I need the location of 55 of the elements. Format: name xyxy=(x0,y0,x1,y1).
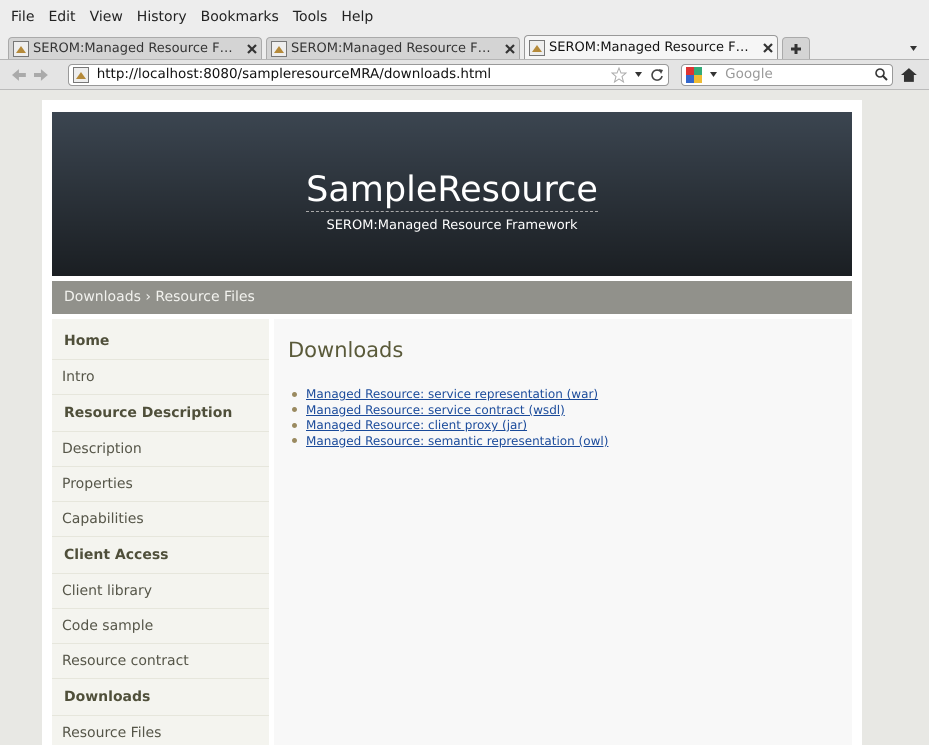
menu-item[interactable]: File xyxy=(4,6,42,28)
sidebar-heading: Home xyxy=(52,323,269,360)
menu-item[interactable]: Tools xyxy=(286,6,334,28)
sidebar-link[interactable]: Resource contract xyxy=(52,644,269,679)
bullet-icon xyxy=(292,392,297,397)
star-icon[interactable] xyxy=(611,66,628,82)
sidebar-link[interactable]: Capabilities xyxy=(52,502,269,537)
browser-tab[interactable]: SEROM:Managed Resource F… xyxy=(266,37,520,59)
menu-item[interactable]: Bookmarks xyxy=(194,6,286,28)
dropdown-icon[interactable] xyxy=(910,46,917,51)
close-icon[interactable] xyxy=(763,42,773,52)
sidebar-link[interactable]: Properties xyxy=(52,467,269,502)
bullet-icon xyxy=(292,422,297,428)
browser-tab[interactable]: SEROM:Managed Resource F… xyxy=(8,37,262,59)
menu-item[interactable]: Help xyxy=(334,6,380,28)
page-icon xyxy=(529,40,545,56)
download-link[interactable]: Managed Resource: semantic representation (owl) xyxy=(306,432,608,450)
sidebar-link[interactable]: Description xyxy=(52,432,269,467)
plus-icon xyxy=(791,44,801,54)
search-engine-icon[interactable] xyxy=(686,66,702,82)
dropdown-icon[interactable] xyxy=(635,72,642,77)
page-icon xyxy=(72,66,89,82)
page-icon xyxy=(271,40,287,56)
download-link[interactable]: Managed Resource: client proxy (jar) xyxy=(306,416,528,434)
close-icon[interactable] xyxy=(247,44,257,54)
menu-item[interactable]: View xyxy=(82,6,130,28)
menu-item[interactable]: History xyxy=(130,6,194,28)
page-icon xyxy=(13,40,29,56)
search-icon[interactable] xyxy=(875,68,888,81)
new-tab-button[interactable] xyxy=(782,37,810,59)
browser-tab[interactable]: SEROM:Managed Resource F… xyxy=(524,35,778,59)
page-heading: Downloads xyxy=(288,337,404,364)
download-link[interactable]: Managed Resource: service representation (war) xyxy=(306,385,598,404)
dropdown-icon[interactable] xyxy=(710,72,718,77)
site-subtitle: SEROM:Managed Resource Framework xyxy=(326,216,578,235)
close-icon[interactable] xyxy=(505,44,515,54)
url-text: http://localhost:8080/sampleresourceMRA/downloads.html xyxy=(96,65,492,84)
reload-icon[interactable] xyxy=(650,68,664,82)
search-field[interactable]: Google xyxy=(725,64,868,85)
sidebar-link[interactable]: Code sample xyxy=(52,609,269,644)
sidebar-heading: Client Access xyxy=(52,537,269,574)
sidebar-heading: Downloads xyxy=(52,679,269,716)
bullet-icon xyxy=(292,407,297,412)
menu-item[interactable]: Edit xyxy=(41,6,83,28)
site-title: SampleResource xyxy=(306,168,598,212)
sidebar-heading: Resource Description xyxy=(52,395,269,432)
address-bar[interactable]: http://localhost:8080/sampleresourceMRA/downloads.html xyxy=(68,64,670,86)
sidebar-link[interactable]: Resource Files xyxy=(52,716,269,745)
search-box[interactable]: Google xyxy=(681,64,894,86)
download-link[interactable]: Managed Resource: service contract (wsdl) xyxy=(306,400,565,419)
home-icon[interactable] xyxy=(901,68,917,82)
bullet-icon xyxy=(292,438,297,444)
breadcrumb: Downloads › Resource Files xyxy=(64,288,255,307)
sidebar-link[interactable]: Client library xyxy=(52,574,269,609)
sidebar-link[interactable]: Intro xyxy=(52,360,269,395)
